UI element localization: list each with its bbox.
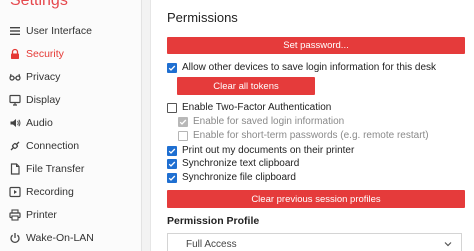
saved-login-checkbox[interactable]	[178, 116, 188, 127]
option-label: Enable for saved login information	[193, 116, 345, 127]
permission-profile-value: Full Access	[186, 238, 237, 250]
option-label: Enable for short-term passwords (e.g. re…	[193, 130, 429, 141]
clear-tokens-button[interactable]: Clear all tokens	[177, 77, 315, 95]
sidebar-item-wake-on-lan[interactable]: Wake-On-LAN	[0, 226, 141, 249]
sidebar-item-user-interface[interactable]: User Interface	[0, 19, 141, 42]
sidebar-item-label: Connection	[26, 139, 80, 152]
sync-text-option[interactable]: Synchronize text clipboard	[167, 158, 299, 169]
print-out-option[interactable]: Print out my documents on their printer	[167, 145, 354, 156]
sidebar-item-label: Wake-On-LAN	[26, 231, 94, 244]
two-factor-checkbox[interactable]	[167, 102, 177, 113]
glasses-icon	[9, 71, 21, 83]
lock-icon	[9, 48, 21, 60]
printer-icon	[9, 208, 21, 221]
option-label: Allow other devices to save login inform…	[182, 62, 437, 73]
sidebar: Settings User Interface Security Privacy…	[0, 0, 142, 251]
set-password-button[interactable]: Set password...	[167, 37, 465, 54]
sidebar-item-label: File Transfer	[26, 162, 85, 175]
sidebar-item-label: Privacy	[26, 70, 61, 83]
check-icon	[168, 148, 176, 154]
check-icon	[168, 175, 176, 181]
sidebar-item-printer[interactable]: Printer	[0, 203, 141, 226]
saved-login-option[interactable]: Enable for saved login information	[178, 116, 344, 127]
option-label: Enable Two-Factor Authentication	[182, 102, 332, 113]
app-title: Settings	[10, 0, 68, 9]
speaker-icon	[9, 117, 21, 129]
file-icon	[9, 162, 21, 175]
option-label: Print out my documents on their printer	[182, 145, 355, 156]
short-term-option[interactable]: Enable for short-term passwords (e.g. re…	[178, 130, 429, 141]
sync-file-option[interactable]: Synchronize file clipboard	[167, 172, 296, 183]
short-term-checkbox[interactable]	[178, 130, 188, 141]
option-label: Synchronize file clipboard	[182, 172, 296, 183]
check-icon	[168, 65, 176, 71]
main-panel: Permissions Set password... Allow other …	[142, 0, 474, 251]
sidebar-item-connection[interactable]: Connection	[0, 134, 141, 157]
sidebar-item-file-transfer[interactable]: File Transfer	[0, 157, 141, 180]
connection-icon	[9, 140, 21, 152]
sync-file-checkbox[interactable]	[167, 172, 177, 183]
sidebar-item-display[interactable]: Display	[0, 88, 141, 111]
sidebar-item-label: Security	[26, 47, 64, 60]
section-title: Permissions	[167, 10, 238, 25]
play-icon	[9, 186, 21, 198]
allow-save-login-option[interactable]: Allow other devices to save login inform…	[167, 62, 436, 73]
permission-profile-title: Permission Profile	[167, 215, 260, 227]
power-icon	[9, 232, 21, 244]
monitor-icon	[9, 94, 21, 106]
sidebar-item-audio[interactable]: Audio	[0, 111, 141, 134]
check-icon	[179, 119, 187, 125]
clear-session-profiles-button[interactable]: Clear previous session profiles	[167, 190, 465, 208]
sidebar-item-recording[interactable]: Recording	[0, 180, 141, 203]
allow-save-login-checkbox[interactable]	[167, 62, 177, 73]
permissions-card: Permissions Set password... Allow other …	[150, 0, 474, 251]
sync-text-checkbox[interactable]	[167, 158, 177, 169]
sidebar-item-privacy[interactable]: Privacy	[0, 65, 141, 88]
sidebar-item-label: User Interface	[26, 24, 92, 37]
chevron-down-icon	[444, 242, 452, 247]
sidebar-item-label: Recording	[26, 185, 74, 198]
list-icon	[9, 25, 21, 37]
sidebar-item-label: Printer	[26, 208, 57, 221]
option-label: Synchronize text clipboard	[182, 158, 300, 169]
sidebar-item-label: Audio	[26, 116, 53, 129]
sidebar-item-security[interactable]: Security	[0, 42, 141, 65]
check-icon	[168, 161, 176, 167]
two-factor-option[interactable]: Enable Two-Factor Authentication	[167, 102, 331, 113]
permission-profile-select[interactable]: Full Access	[167, 233, 462, 251]
sidebar-nav: User Interface Security Privacy Display …	[0, 19, 141, 249]
sidebar-item-label: Display	[26, 93, 61, 106]
print-out-checkbox[interactable]	[167, 145, 177, 156]
